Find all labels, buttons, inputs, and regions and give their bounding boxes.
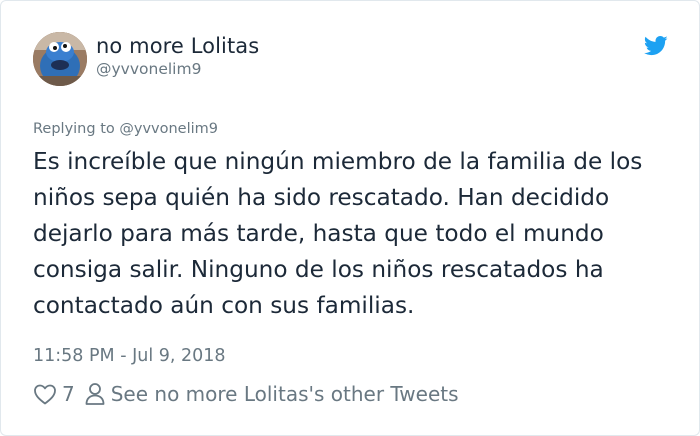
heart-outline-icon[interactable] <box>33 383 57 405</box>
cookie-monster-avatar-image <box>33 32 87 86</box>
author-name[interactable]: no more Lolitas <box>96 34 259 58</box>
tweet-timestamp[interactable]: 11:58 PM - Jul 9, 2018 <box>33 346 226 366</box>
see-other-tweets-link[interactable]: See no more Lolitas's other Tweets <box>111 382 459 406</box>
tweet-card: no more Lolitas @yvvonelim9 Replying to … <box>0 0 700 436</box>
avatar[interactable] <box>33 32 87 86</box>
tweet-actions: 7 See no more Lolitas's other Tweets <box>33 380 459 408</box>
twitter-bird-icon[interactable] <box>644 36 668 56</box>
author-handle[interactable]: @yvvonelim9 <box>96 60 201 78</box>
like-count[interactable]: 7 <box>62 382 75 406</box>
tweet-text: Es increíble que ningún miembro de la fa… <box>33 148 643 319</box>
replying-to-line: Replying to @yvvonelim9 <box>33 121 218 137</box>
replying-prefix: Replying to <box>33 121 115 137</box>
person-outline-icon[interactable] <box>85 382 105 406</box>
replying-handle-link[interactable]: @yvvonelim9 <box>119 121 218 137</box>
